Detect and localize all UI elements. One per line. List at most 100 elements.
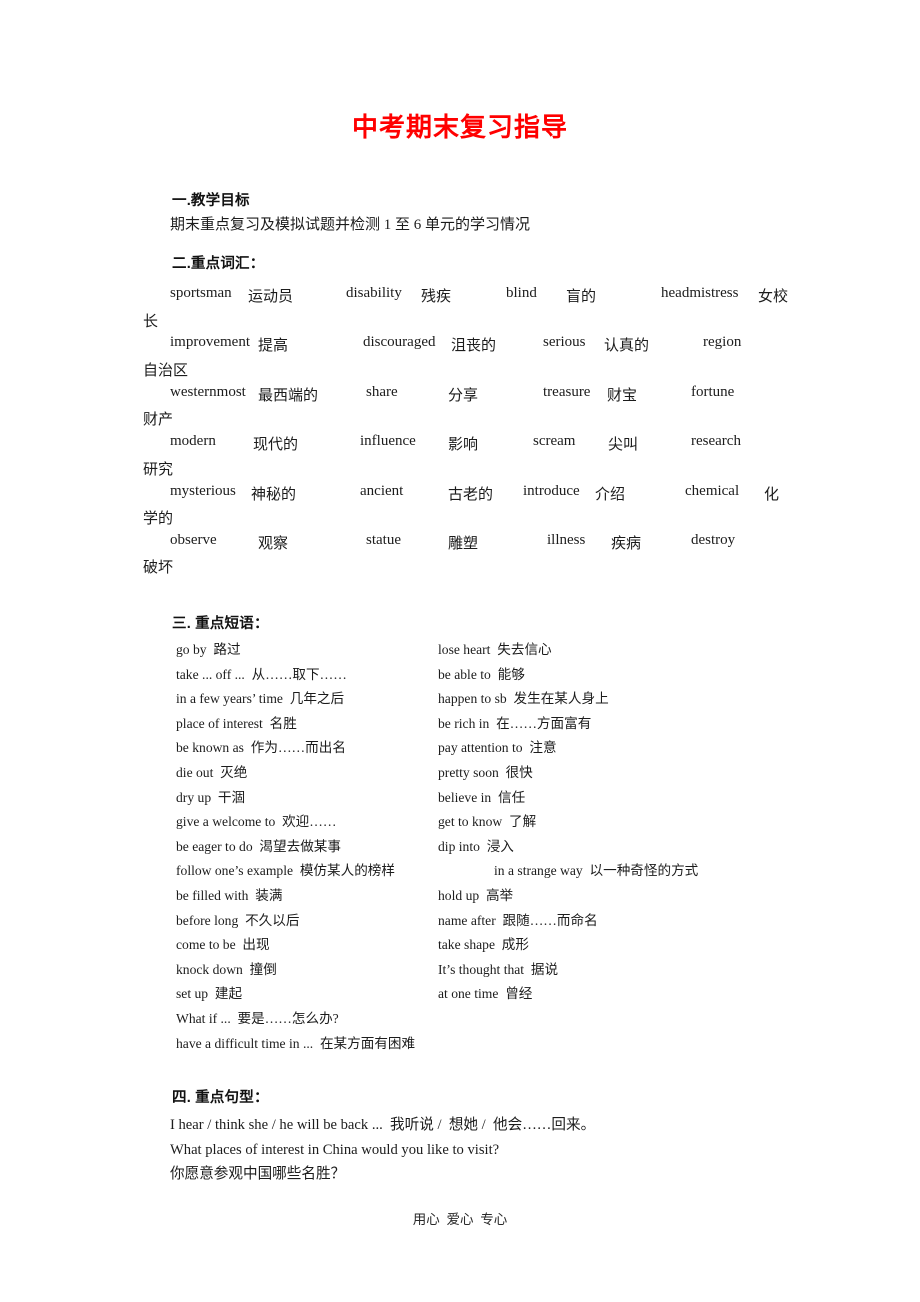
page-footer: 用心 爱心 专心 [412, 1212, 508, 1227]
vocabulary-term: sportsman [170, 285, 232, 301]
vocabulary-term: influence [360, 433, 416, 450]
phrase-entry-right: dip into 浸入 [438, 838, 514, 854]
vocabulary-gloss: 财宝 [607, 387, 638, 404]
vocabulary-gloss: 介绍 [595, 486, 626, 503]
vocabulary-gloss: 神秘的 [251, 486, 297, 503]
phrase-entry-left: die out 灭绝 [176, 764, 248, 780]
section-heading-vocabulary: 二.重点词汇： [172, 256, 265, 272]
objectives-body-text: 期末重点复习及模拟试题并检测 1 至 6 单元的学习情况 [170, 217, 531, 233]
vocabulary-term: treasure [543, 383, 591, 400]
vocabulary-row: westernmost 最西端的 share 分享 treasure 财宝 fortune 财… [143, 383, 810, 433]
sentence-patterns-list: I hear / think she / he will be back ...… [170, 1113, 790, 1187]
phrase-entry-right: pay attention to 注意 [438, 740, 557, 756]
vocabulary-term: modern [170, 433, 216, 450]
vocabulary-row: improvement 提高 discouraged 沮丧的 serious 认真的 reg… [143, 334, 810, 383]
phrase-row: be eager to do 渴望去做某事 dip into 浸入 [176, 835, 756, 860]
phrase-entry-left: before long 不久以后 [176, 912, 300, 928]
phrase-row: give a welcome to 欢迎…… get to know 了解 [176, 810, 756, 835]
phrase-row: follow one’s example 模仿某人的榜样 in a strange… [176, 859, 756, 884]
vocabulary-gloss-wrapped: 长 [143, 313, 159, 330]
phrase-entry-right: be able to 能够 [438, 666, 525, 682]
vocabulary-gloss: 最西端的 [258, 387, 319, 404]
phrase-entry-right: believe in 信任 [438, 789, 526, 805]
phrase-entry-left: knock down 撞倒 [176, 961, 277, 977]
vocabulary-gloss: 提高 [258, 338, 289, 355]
phrase-entry-right: take shape 成形 [438, 937, 529, 953]
vocabulary-term: improvement [170, 334, 250, 351]
phrase-row: place of interest 名胜 be rich in 在……方面富有 [176, 712, 756, 737]
vocabulary-gloss: 现代的 [253, 437, 299, 454]
vocabulary-gloss-wrapped: 学的 [143, 511, 174, 528]
vocabulary-gloss: 沮丧的 [451, 338, 497, 355]
vocabulary-term: discouraged [363, 334, 436, 351]
vocabulary-term: share [366, 383, 398, 400]
document-page: 中考期末复习指导 一.教学目标 期末重点复习及模拟试题并检测 1 至 6 单元的… [0, 0, 920, 1302]
vocabulary-term: statue [366, 531, 401, 548]
phrase-entry-left: come to be 出现 [176, 937, 270, 953]
vocabulary-row: modern 现代的 influence 影响 scream 尖叫 research 研究 [143, 433, 810, 482]
vocabulary-gloss: 运动员 [248, 289, 294, 305]
vocabulary-gloss: 残疾 [421, 289, 452, 305]
phrase-entry-right: pretty soon 很快 [438, 764, 533, 780]
phrase-row: before long 不久以后 name after 跟随……而命名 [176, 909, 756, 934]
vocabulary-gloss: 尖叫 [608, 437, 639, 454]
phrase-row: knock down 撞倒 It’s thought that 据说 [176, 958, 756, 983]
vocabulary-term: disability [346, 285, 402, 301]
phrase-row: set up 建起 at one time 曾经 [176, 982, 756, 1007]
vocabulary-term: fortune [691, 383, 735, 400]
phrase-entry-right: be rich in 在……方面富有 [438, 715, 592, 731]
section-heading-sentences: 四. 重点句型： [172, 1090, 269, 1106]
vocabulary-term: blind [506, 285, 537, 301]
phrase-entry-left: go by 路过 [176, 642, 241, 657]
phrase-row: take ... off ... 从……取下…… be able to 能够 [176, 663, 756, 688]
sentence-pattern-line: I hear / think she / he will be back ...… [170, 1117, 596, 1133]
phrase-entry-right: get to know 了解 [438, 814, 537, 830]
phrase-row: dry up 干涸 believe in 信任 [176, 786, 756, 811]
phrase-entry-left: take ... off ... 从……取下…… [176, 666, 347, 682]
section-heading-phrases: 三. 重点短语： [172, 616, 269, 632]
vocabulary-gloss: 认真的 [604, 338, 650, 355]
phrase-entry-left: place of interest 名胜 [176, 715, 297, 731]
phrase-entry-right: happen to sb 发生在某人身上 [438, 691, 609, 707]
sentence-pattern-line: What places of interest in China would y… [170, 1141, 500, 1158]
phrase-entry-left: in a few years’ time 几年之后 [176, 691, 345, 707]
vocabulary-gloss: 女校 [758, 289, 789, 305]
phrase-entry-left: follow one’s example 模仿某人的榜样 [176, 863, 395, 879]
vocabulary-list: sportsman 运动员 disability 残疾 blind 盲的 headmistr… [143, 285, 810, 581]
phrase-row: have a difficult time in ... 在某方面有困难 [176, 1032, 756, 1057]
vocabulary-gloss-wrapped: 财产 [143, 412, 174, 429]
vocabulary-term: chemical [685, 482, 740, 499]
vocabulary-row: mysterious 神秘的 ancient 古老的 introduce 介绍 chemic… [143, 482, 810, 532]
vocabulary-gloss-wrapped: 自治区 [143, 362, 189, 379]
phrase-entry-left: be known as 作为……而出名 [176, 740, 346, 756]
phrase-entry-left: set up 建起 [176, 986, 243, 1002]
vocabulary-gloss-wrapped: 研究 [143, 461, 174, 478]
phrase-row: What if ... 要是……怎么办? [176, 1007, 756, 1032]
phrase-entry-left: be eager to do 渴望去做某事 [176, 838, 341, 854]
vocabulary-term: serious [543, 334, 586, 351]
phrase-entry-left: be filled with 装满 [176, 887, 283, 903]
phrases-list: go by 路过 lose heart 失去信心 take ... off ... … [176, 638, 756, 1056]
phrase-entry-left: dry up 干涸 [176, 789, 246, 805]
phrase-row: in a few years’ time 几年之后 happen to sb 发生… [176, 687, 756, 712]
phrase-entry-right: hold up 高举 [438, 887, 514, 903]
phrase-entry-right: at one time 曾经 [438, 986, 533, 1002]
vocabulary-term: westernmost [170, 383, 246, 400]
phrase-row: come to be 出现 take shape 成形 [176, 933, 756, 958]
phrase-entry-right: It’s thought that 据说 [438, 961, 559, 977]
vocabulary-gloss: 化 [764, 486, 780, 503]
vocabulary-term: research [691, 433, 741, 450]
vocabulary-gloss: 观察 [258, 535, 289, 552]
vocabulary-gloss: 分享 [448, 387, 479, 404]
vocabulary-term: scream [533, 433, 576, 450]
vocabulary-gloss: 盲的 [566, 289, 597, 305]
phrase-entry-left: have a difficult time in ... 在某方面有困难 [176, 1035, 416, 1051]
vocabulary-gloss-wrapped: 破坏 [143, 560, 174, 577]
vocabulary-term: region [703, 334, 742, 351]
vocabulary-term: headmistress [661, 285, 739, 301]
vocabulary-gloss: 古老的 [448, 486, 494, 503]
vocabulary-term: mysterious [170, 482, 236, 499]
section-heading-objectives: 一.教学目标 [172, 193, 250, 209]
vocabulary-term: destroy [691, 531, 736, 548]
phrase-entry-right: in a strange way 以一种奇怪的方式 [494, 863, 699, 879]
